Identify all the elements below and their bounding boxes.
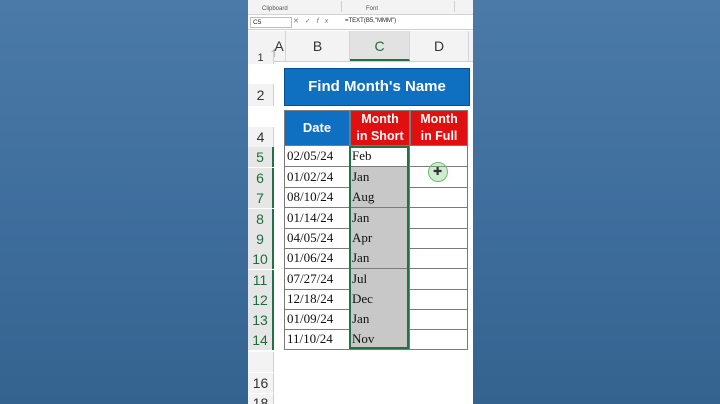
date-cell[interactable]: 01/09/24: [284, 309, 350, 330]
close-icon[interactable]: ✕: [293, 18, 305, 25]
formula-bar-icons: ✕✓fx: [293, 17, 334, 25]
right-background: [473, 0, 720, 404]
formula-bar: C5 ✕✓fx =TEXT(B5,"MMM"): [248, 15, 473, 30]
month-full-cell[interactable]: [410, 187, 468, 208]
name-box[interactable]: C5: [250, 17, 292, 28]
month-full-header-line1: Month: [420, 112, 458, 126]
month-short-cell[interactable]: Jul: [350, 269, 410, 290]
date-cell[interactable]: 01/14/24: [284, 208, 350, 229]
row-header-5[interactable]: 5: [248, 147, 274, 167]
row-header-6[interactable]: 6: [248, 168, 274, 188]
row-header-8[interactable]: 8: [248, 209, 274, 229]
clipboard-group-label: Clipboard: [262, 6, 288, 12]
row-header-13[interactable]: 13: [248, 310, 274, 330]
row-header-9[interactable]: 9: [248, 229, 274, 249]
row-header-18[interactable]: 18: [248, 394, 274, 404]
column-header-a[interactable]: A: [273, 31, 286, 61]
column-header-c[interactable]: C: [350, 31, 410, 61]
date-cell[interactable]: 12/18/24: [284, 289, 350, 310]
month-short-header-line1: Month: [361, 112, 399, 126]
month-full-cell[interactable]: [410, 228, 468, 249]
check-icon[interactable]: ✓: [305, 18, 317, 25]
month-short-cell[interactable]: Jan: [350, 208, 410, 229]
row-header-12[interactable]: 12: [248, 290, 274, 310]
month-short-header[interactable]: Month in Short: [350, 110, 410, 146]
date-cell[interactable]: 11/10/24: [284, 329, 350, 350]
plus-cursor-icon: ✚: [433, 166, 443, 178]
month-short-header-line2: in Short: [356, 129, 404, 143]
date-cell[interactable]: 07/27/24: [284, 269, 350, 290]
month-short-cell[interactable]: Jan: [350, 248, 410, 269]
month-full-header[interactable]: Month in Full: [410, 110, 468, 146]
month-full-header-line2: in Full: [420, 129, 458, 143]
month-full-cell[interactable]: [410, 309, 468, 330]
row-header-10[interactable]: 10: [248, 249, 274, 269]
date-cell[interactable]: 04/05/24: [284, 228, 350, 249]
formula-input[interactable]: =TEXT(B5,"MMM"): [345, 17, 396, 26]
row-header-15-area: [248, 352, 274, 372]
month-short-cell[interactable]: Feb: [350, 146, 410, 167]
month-short-cell[interactable]: Dec: [350, 289, 410, 310]
column-header-bar: A B C D: [248, 31, 473, 62]
title-banner[interactable]: Find Month's Name: [284, 68, 470, 106]
month-full-cell[interactable]: [410, 289, 468, 310]
row-header-1[interactable]: 1: [248, 52, 274, 64]
font-group-label: Font: [366, 6, 379, 12]
ribbon: Clipboard Font: [248, 0, 473, 15]
month-full-cell[interactable]: [410, 248, 468, 269]
month-short-cell[interactable]: Nov: [350, 329, 410, 350]
row-header-16[interactable]: 16: [248, 373, 274, 393]
column-header-d[interactable]: D: [410, 31, 469, 61]
month-full-cell[interactable]: [410, 329, 468, 350]
row-header-4[interactable]: 4: [248, 127, 274, 147]
ribbon-divider: [341, 1, 342, 12]
month-short-cell[interactable]: Jan: [350, 309, 410, 330]
ribbon-divider: [454, 1, 455, 12]
month-short-cell[interactable]: Apr: [350, 228, 410, 249]
month-full-cell[interactable]: [410, 269, 468, 290]
column-header-b[interactable]: B: [286, 31, 350, 61]
fx-icon[interactable]: fx: [317, 18, 334, 25]
date-header[interactable]: Date: [284, 110, 350, 146]
left-background: [0, 0, 248, 404]
cursor-indicator: ✚: [428, 162, 448, 182]
row-header-2[interactable]: 2: [248, 84, 274, 106]
row-header-7[interactable]: 7: [248, 188, 274, 208]
month-full-cell[interactable]: [410, 208, 468, 229]
row-header-14[interactable]: 14: [248, 330, 274, 350]
month-short-cell[interactable]: Jan: [350, 167, 410, 188]
date-cell[interactable]: 02/05/24: [284, 146, 350, 167]
row-header-11[interactable]: 11: [248, 270, 274, 290]
date-cell[interactable]: 01/02/24: [284, 167, 350, 188]
date-cell[interactable]: 08/10/24: [284, 187, 350, 208]
month-short-cell[interactable]: Aug: [350, 187, 410, 208]
date-cell[interactable]: 01/06/24: [284, 248, 350, 269]
